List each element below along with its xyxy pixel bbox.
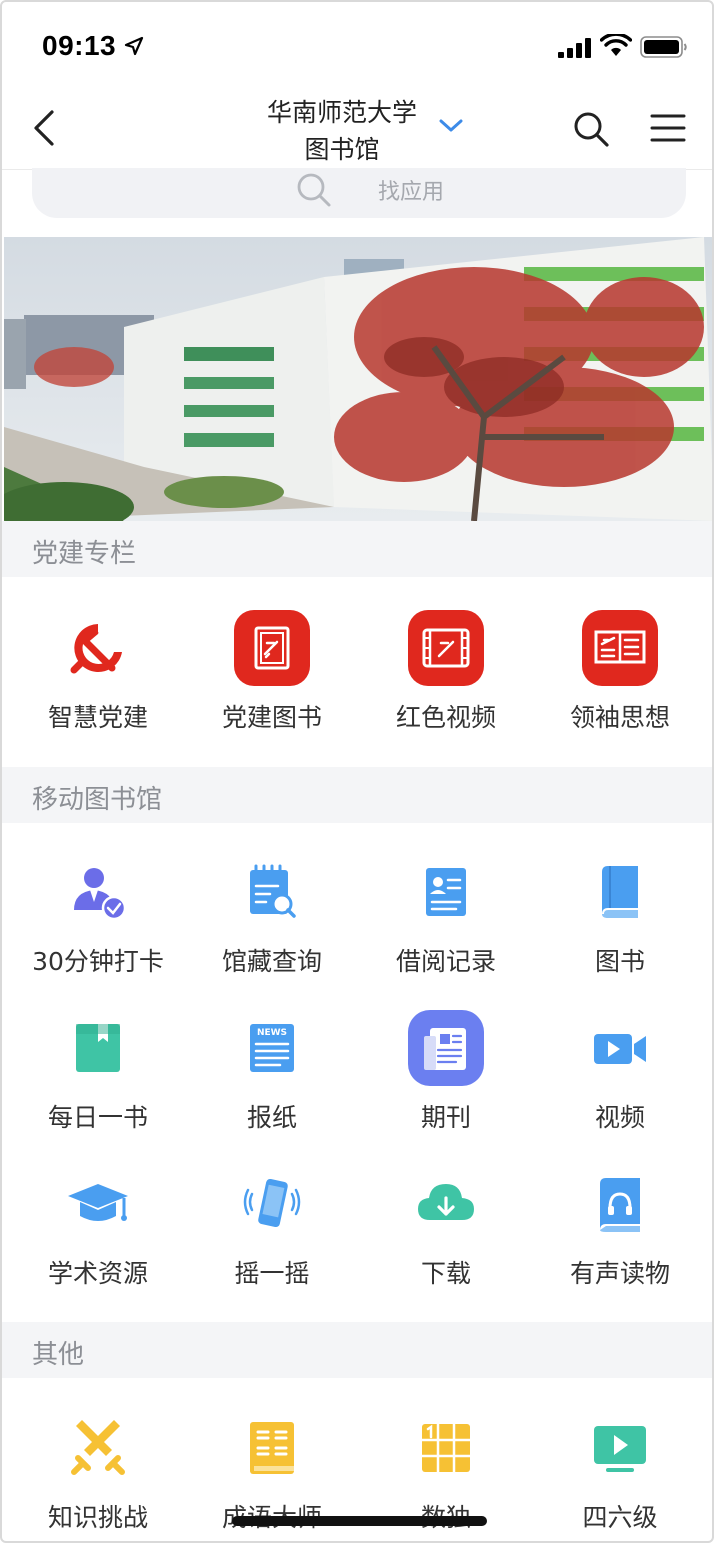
nav-bar: 华南师范大学 图书馆 [2,92,712,170]
section-title: 移动图书馆 [32,785,163,815]
app-label: 红色视频 [395,703,496,732]
app-label: 借阅记录 [395,947,496,976]
app-knowledge-challenge[interactable]: 知识挑战 [11,1408,185,1534]
app-label: 每日一书 [47,1103,148,1132]
search-icon [297,173,331,207]
location-arrow-icon [124,36,144,56]
search-icon[interactable] [572,110,610,148]
app-label: 馆藏查询 [221,947,322,976]
section-header-party: 党建专栏 [2,521,712,577]
cet-video-icon [580,1408,660,1488]
idiom-master-icon [232,1408,312,1488]
app-label: 智慧党建 [47,703,148,732]
app-search-input[interactable]: 找应用 [32,168,686,218]
app-label: 报纸 [246,1103,297,1132]
app-label: 期刊 [420,1103,471,1132]
status-bar: 09:13 [2,2,712,92]
book-icon [580,852,660,932]
section-title: 其他 [32,1340,85,1370]
app-daily-book[interactable]: 每日一书 [11,1008,185,1134]
app-borrow-records[interactable]: 借阅记录 [359,852,533,978]
crossed-swords-icon [58,1408,138,1488]
app-label: 党建图书 [221,703,322,732]
app-shake[interactable]: 摇一摇 [185,1164,359,1290]
check-in-icon [58,852,138,932]
app-newspaper[interactable]: NEWS 报纸 [185,1008,359,1134]
section-header-mobile-library: 移动图书馆 [2,767,712,823]
sudoku-icon [406,1408,486,1488]
phone-screen: 09:13 华南师范大学 图书馆 找应用 党建专栏 智慧党建 党建图书 红色视频… [0,0,714,1543]
app-label: 学术资源 [47,1259,148,1288]
app-label: 视频 [594,1103,645,1132]
app-checkin[interactable]: 30分钟打卡 [11,852,185,978]
app-video[interactable]: 视频 [533,1008,707,1134]
library-switcher[interactable]: 华南师范大学 图书馆 [242,94,442,168]
app-label: 四六级 [582,1503,658,1532]
app-label: 图书 [594,947,645,976]
svg-text:NEWS: NEWS [257,1028,287,1038]
menu-icon[interactable] [650,112,686,144]
cellular-signal-icon [558,38,591,58]
daily-book-icon [58,1008,138,1088]
app-journal[interactable]: 期刊 [359,1008,533,1134]
app-label: 领袖思想 [569,703,670,732]
back-button[interactable] [30,108,60,148]
app-audiobook[interactable]: 有声读物 [533,1164,707,1290]
status-time: 09:13 [42,30,117,61]
nav-title-line2: 图书馆 [304,135,380,164]
battery-icon [640,36,687,58]
party-emblem-icon [58,608,138,688]
app-books[interactable]: 图书 [533,852,707,978]
newspaper-icon: NEWS [232,1008,312,1088]
video-icon [580,1008,660,1088]
nav-title-line1: 华南师范大学 [266,98,417,127]
app-red-video[interactable]: 红色视频 [359,608,533,734]
app-leader-thought[interactable]: 领袖思想 [533,608,707,734]
app-download[interactable]: 下载 [359,1164,533,1290]
party-book-icon [232,608,312,688]
audiobook-icon [580,1164,660,1244]
app-label: 有声读物 [569,1259,670,1288]
section-header-other: 其他 [2,1322,712,1378]
shake-phone-icon [232,1164,312,1244]
app-label: 摇一摇 [234,1259,310,1288]
leader-thought-icon [580,608,660,688]
app-label: 知识挑战 [47,1503,148,1532]
campus-library-banner[interactable] [4,237,714,521]
borrow-record-icon [406,852,486,932]
app-cet[interactable]: 四六级 [533,1408,707,1534]
app-label: 下载 [420,1259,471,1288]
catalog-search-icon [232,852,312,932]
cloud-download-icon [406,1164,486,1244]
red-video-icon [406,608,486,688]
app-smart-party[interactable]: 智慧党建 [11,608,185,734]
app-academic[interactable]: 学术资源 [11,1164,185,1290]
app-catalog-search[interactable]: 馆藏查询 [185,852,359,978]
academic-cap-icon [58,1164,138,1244]
search-placeholder: 找应用 [378,180,445,205]
home-indicator[interactable] [232,1516,487,1526]
section-title: 党建专栏 [32,539,137,569]
wifi-icon [600,34,632,56]
app-party-books[interactable]: 党建图书 [185,608,359,734]
journal-icon [406,1008,486,1088]
chevron-down-icon[interactable] [438,118,464,134]
app-label: 30分钟打卡 [32,947,164,976]
